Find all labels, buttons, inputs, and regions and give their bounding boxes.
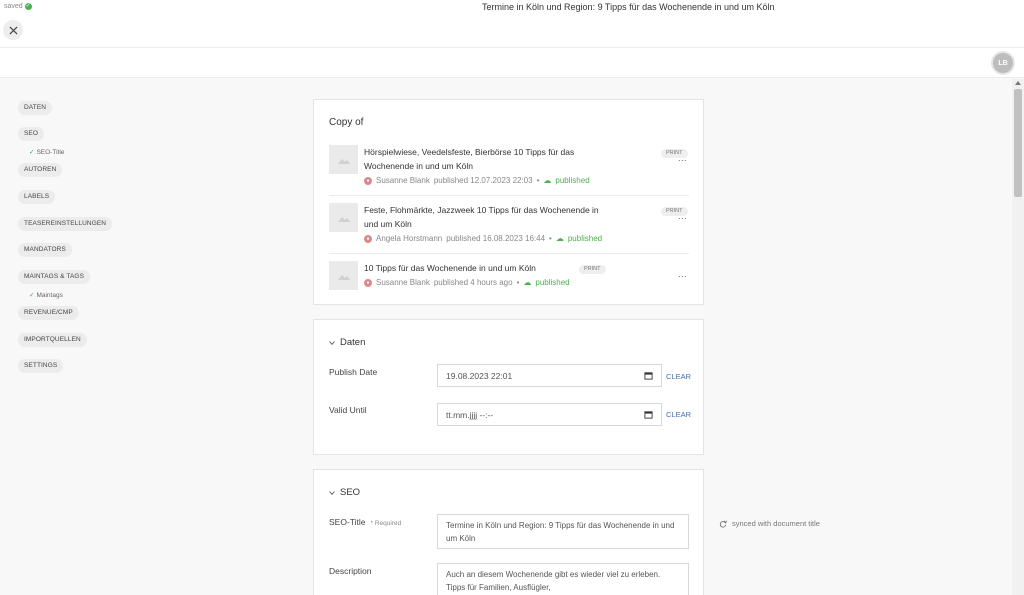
sidebar-item-mandators[interactable]: MANDATORS [18, 243, 72, 257]
image-placeholder-icon [329, 261, 358, 290]
more-options-button[interactable]: ... [678, 269, 687, 279]
save-status-label: saved [4, 3, 23, 10]
status-badge: published [555, 176, 590, 185]
required-indicator: * Required [370, 520, 402, 527]
valid-until-placeholder: tt.mm.jjjj --:-- [446, 409, 494, 420]
scroll-up-arrow-icon[interactable] [1015, 81, 1021, 85]
sidebar-item-revenue-cmp[interactable]: REVENUE/CMP [18, 306, 79, 320]
check-circle-icon: ✓ [24, 3, 32, 10]
scrollbar-thumb[interactable] [1014, 89, 1022, 197]
published-text: published 12.07.2023 22:03 [433, 176, 533, 185]
article-title[interactable]: Feste, Flohmärkte, Jazzweek 10 Tipps für… [364, 203, 604, 231]
seo-section: SEO SEO-Title * Required Termine in Köln … [313, 469, 704, 595]
more-options-button[interactable]: ... [678, 153, 687, 163]
image-placeholder-icon [329, 145, 358, 174]
list-item[interactable]: 10 Tipps für das Wochenende in und um Kö… [329, 261, 689, 293]
sidebar-item-importquellen[interactable]: IMPORTQUELLEN [18, 333, 87, 347]
check-icon: ✓ [29, 292, 35, 299]
sidebar-item-seo[interactable]: SEO [18, 127, 45, 141]
save-status: saved ✓ [4, 3, 32, 10]
author-avatar: ● [364, 176, 372, 185]
cloud-icon: ☁ [523, 278, 532, 287]
section-heading: SEO [340, 487, 361, 498]
section-heading: Daten [340, 337, 366, 348]
author-name: Angela Horstmann [376, 234, 443, 243]
author-name: Susanne Blank [376, 278, 430, 287]
sidebar-subitem-label: Maintags [36, 292, 63, 299]
clear-valid-until-button[interactable]: CLEAR [666, 410, 691, 419]
list-item[interactable]: Feste, Flohmärkte, Jazzweek 10 Tipps für… [329, 203, 689, 251]
cloud-icon: ☁ [555, 234, 564, 243]
sidebar-item-labels[interactable]: LABELS [18, 190, 56, 204]
toolbar: LB [0, 48, 1024, 78]
publish-date-label: Publish Date [329, 367, 378, 377]
sidebar-item-daten[interactable]: DATEN [18, 101, 53, 115]
article-title[interactable]: Hörspielwiese, Veedelsfeste, Bierbörse 1… [364, 145, 604, 173]
valid-until-label: Valid Until [329, 405, 367, 415]
sidebar-item-maintags-tags[interactable]: MAINTAGS & TAGS [18, 270, 91, 284]
calendar-icon[interactable] [644, 410, 653, 419]
user-avatar[interactable]: LB [991, 51, 1015, 75]
synced-label: synced with document title [732, 519, 820, 528]
top-header: saved ✓ Termine in Köln und Region: 9 Ti… [0, 0, 1024, 48]
list-item[interactable]: Hörspielwiese, Veedelsfeste, Bierbörse 1… [329, 145, 689, 193]
sidebar-item-teasereinstellungen[interactable]: TEASEREINSTELLUNGEN [18, 217, 113, 231]
bullet-separator: • [549, 234, 552, 243]
sidebar-item-settings[interactable]: SETTINGS [18, 359, 64, 373]
close-button[interactable] [3, 20, 23, 40]
image-placeholder-icon [329, 203, 358, 232]
clear-publish-date-button[interactable]: CLEAR [666, 372, 691, 381]
divider [329, 253, 689, 254]
copy-of-card: Copy of Hörspielwiese, Veedelsfeste, Bie… [313, 99, 704, 305]
copy-of-title: Copy of [329, 117, 364, 128]
sidebar-subitem-label: SEO-Title [36, 149, 65, 156]
description-label: Description [329, 566, 372, 576]
status-badge: published [567, 234, 603, 243]
divider [329, 195, 689, 196]
check-icon: ✓ [29, 149, 35, 156]
sidebar-item-autoren[interactable]: AUTOREN [18, 163, 63, 177]
daten-section-toggle[interactable]: Daten [329, 337, 365, 348]
cloud-icon: ☁ [543, 176, 552, 185]
synced-indicator: synced with document title [719, 519, 820, 528]
calendar-icon[interactable] [644, 371, 653, 380]
seo-section-toggle[interactable]: SEO [329, 487, 360, 498]
daten-section: Daten Publish Date 19.08.2023 22:01 CLEA… [313, 319, 704, 455]
seo-title-label-text: SEO-Title [329, 517, 366, 527]
seo-title-input[interactable]: Termine in Köln und Region: 9 Tipps für … [437, 514, 689, 549]
publish-date-input[interactable]: 19.08.2023 22:01 [437, 364, 662, 387]
sync-icon [719, 520, 727, 528]
sidebar-subitem-maintags[interactable]: ✓ Maintags [29, 291, 63, 299]
author-avatar: ● [364, 234, 372, 243]
valid-until-input[interactable]: tt.mm.jjjj --:-- [437, 403, 662, 426]
bullet-separator: • [536, 176, 540, 185]
print-badge: PRINT [579, 265, 606, 274]
publish-date-value: 19.08.2023 22:01 [446, 370, 513, 381]
document-title: Termine in Köln und Region: 9 Tipps für … [482, 2, 775, 12]
article-title[interactable]: 10 Tipps für das Wochenende in und um Kö… [364, 261, 536, 275]
scrollbar[interactable] [1012, 79, 1024, 595]
close-icon [8, 25, 18, 35]
author-avatar: ● [364, 278, 372, 287]
author-name: Susanne Blank [376, 176, 430, 185]
more-options-button[interactable]: ... [678, 211, 687, 221]
chevron-down-icon [329, 340, 335, 345]
bullet-separator: • [516, 278, 520, 287]
sidebar-subitem-seo-title[interactable]: ✓ SEO-Title [29, 148, 64, 156]
chevron-down-icon [329, 490, 335, 495]
description-input[interactable]: Auch an diesem Wochenende gibt es wieder… [437, 563, 689, 595]
article-meta: ● Susanne Blank published 4 hours ago • … [364, 278, 570, 287]
seo-title-label: SEO-Title * Required [329, 517, 401, 527]
published-text: published 4 hours ago [433, 278, 513, 287]
status-badge: published [535, 278, 570, 287]
published-text: published 16.08.2023 16:44 [446, 234, 546, 243]
article-meta: ● Susanne Blank published 12.07.2023 22:… [364, 176, 590, 185]
article-meta: ● Angela Horstmann published 16.08.2023 … [364, 234, 602, 243]
